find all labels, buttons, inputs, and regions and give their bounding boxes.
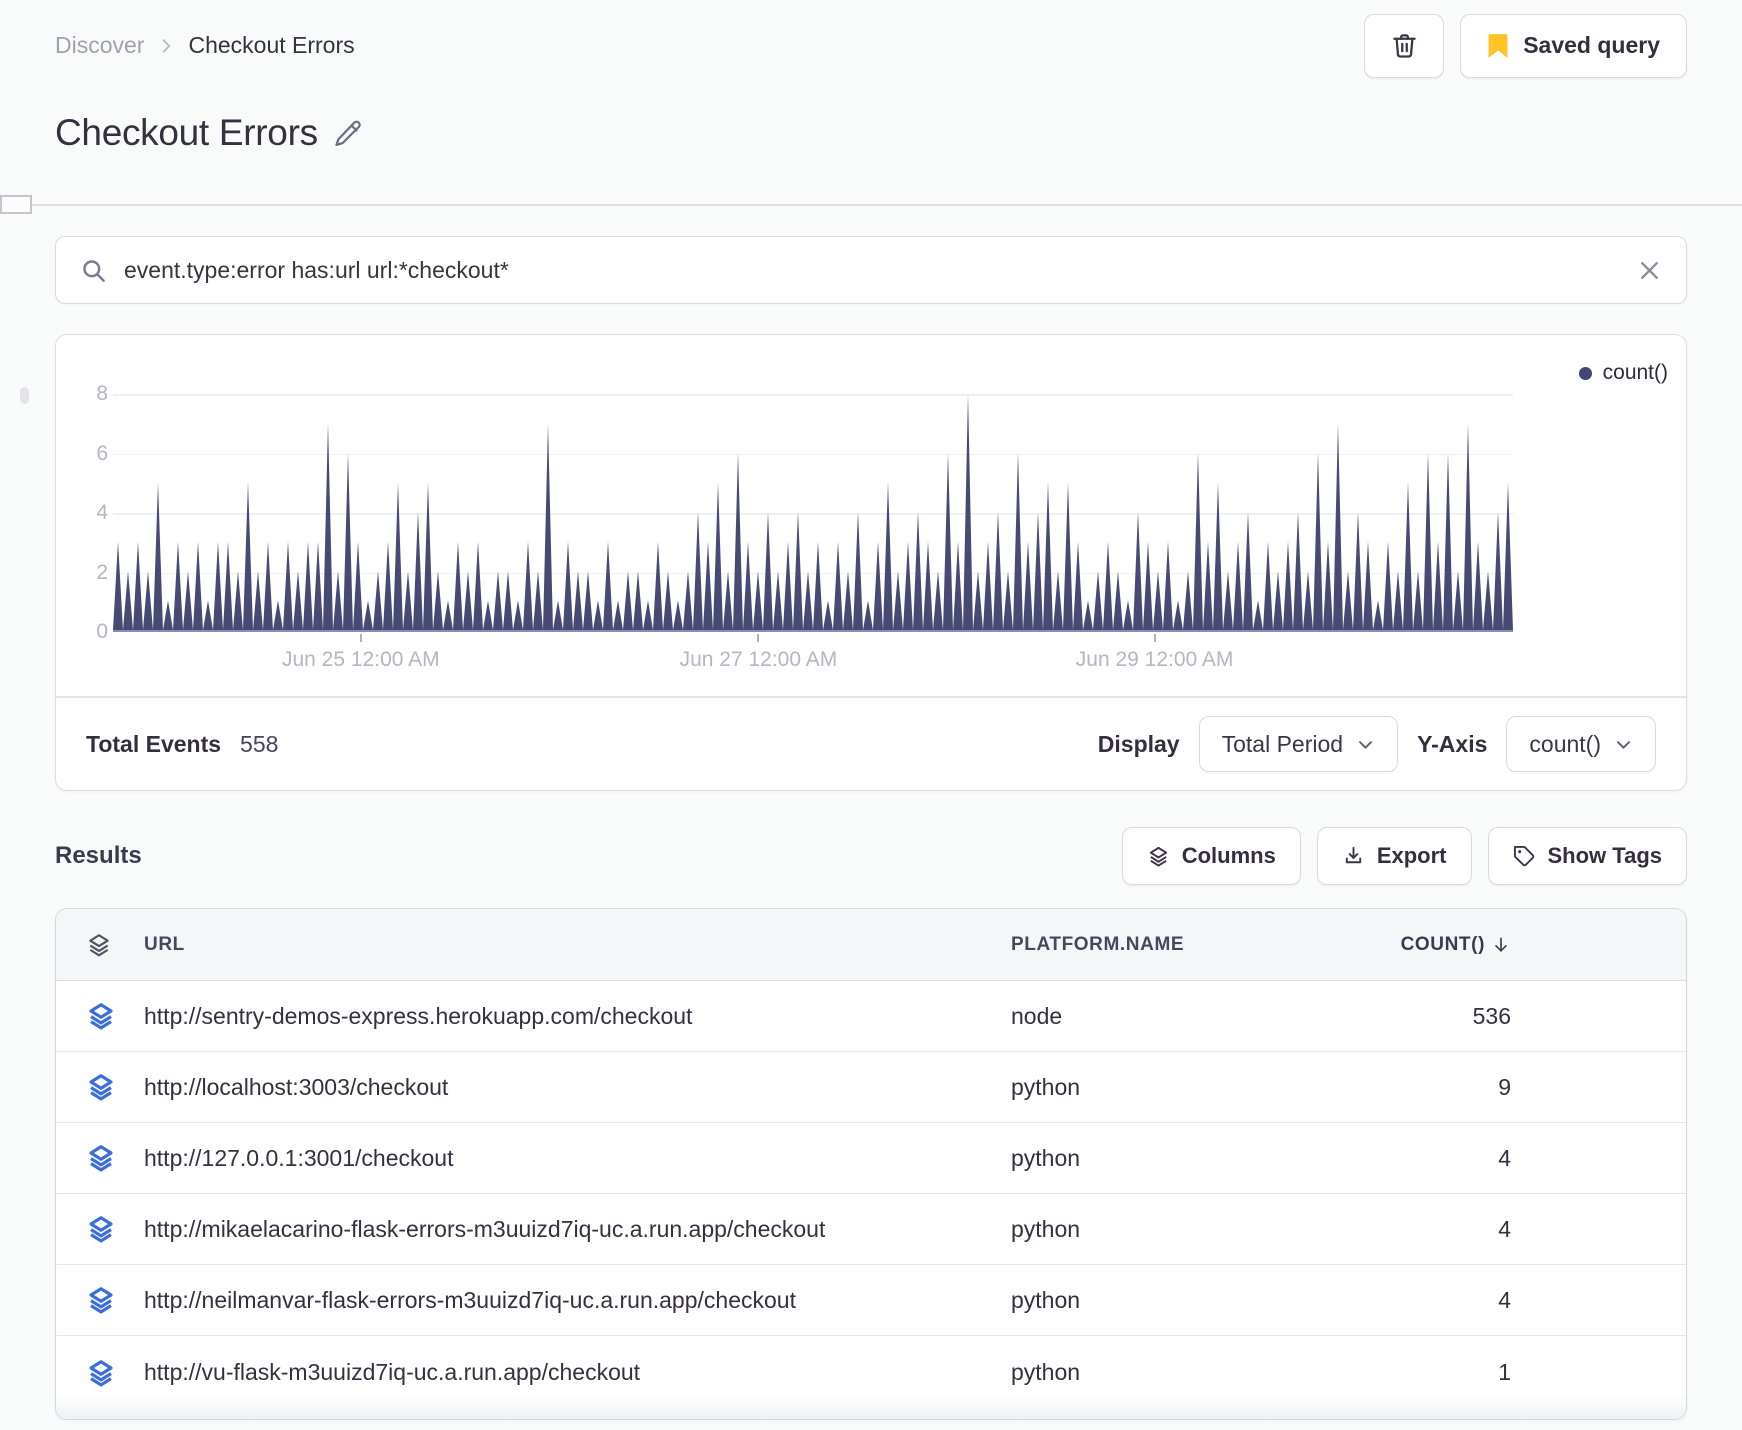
sort-desc-icon xyxy=(1491,935,1511,955)
platform-cell: python xyxy=(1011,1215,1081,1242)
count-header-label: COUNT() xyxy=(1400,933,1485,955)
breadcrumb-discover[interactable]: Discover xyxy=(55,32,144,59)
columns-button[interactable]: Columns xyxy=(1121,827,1301,885)
x-axis-tick xyxy=(1153,634,1156,642)
columns-button-label: Columns xyxy=(1181,843,1276,868)
chart-plot-area[interactable] xyxy=(113,394,1513,632)
total-events-value: 558 xyxy=(240,730,279,757)
table-row: http://sentry-demos-express.herokuapp.co… xyxy=(56,981,1686,1052)
platform-cell: python xyxy=(1011,1073,1081,1100)
saved-query-button[interactable]: Saved query xyxy=(1460,13,1687,78)
yaxis-dropdown[interactable]: count() xyxy=(1506,716,1656,772)
legend-label: count() xyxy=(1602,361,1668,384)
delete-query-button[interactable] xyxy=(1364,13,1445,78)
count-cell: 4 xyxy=(1498,1286,1511,1313)
url-cell[interactable]: http://vu-flask-m3uuizd7iq-uc.a.run.app/… xyxy=(144,1359,1011,1386)
stack-events-icon[interactable] xyxy=(86,1358,144,1388)
display-label: Display xyxy=(1097,730,1180,757)
chart-legend-item[interactable]: count() xyxy=(1578,361,1668,385)
download-icon xyxy=(1342,845,1365,868)
y-axis-label: 6 xyxy=(96,441,108,465)
layers-icon xyxy=(86,932,144,958)
search-input[interactable] xyxy=(124,256,1620,284)
count-cell: 9 xyxy=(1498,1073,1511,1100)
table-row: http://localhost:3003/checkout python 9 xyxy=(56,1052,1686,1123)
export-button[interactable]: Export xyxy=(1316,827,1472,885)
table-row: http://mikaelacarino-flask-errors-m3uuiz… xyxy=(56,1194,1686,1265)
page-title: Checkout Errors xyxy=(55,112,318,153)
stack-events-icon[interactable] xyxy=(86,1001,144,1031)
column-header-platform[interactable]: PLATFORM.NAME xyxy=(1011,934,1311,956)
display-dropdown[interactable]: Total Period xyxy=(1198,716,1399,772)
count-cell: 4 xyxy=(1498,1144,1511,1171)
chevron-down-icon xyxy=(1614,735,1633,754)
breadcrumb: Discover Checkout Errors xyxy=(55,32,355,59)
export-button-label: Export xyxy=(1376,843,1447,868)
x-axis-label: Jun 29 12:00 AM xyxy=(1075,648,1234,671)
y-axis-label: 4 xyxy=(96,501,108,524)
x-axis-label: Jun 25 12:00 AM xyxy=(281,648,440,671)
table-row: http://neilmanvar-flask-errors-m3uuizd7i… xyxy=(56,1265,1686,1336)
legend-dot-icon xyxy=(1578,366,1592,380)
y-axis-label: 8 xyxy=(96,382,108,405)
count-cell: 536 xyxy=(1472,1002,1511,1029)
count-cell: 4 xyxy=(1498,1215,1511,1242)
search-icon xyxy=(80,257,107,284)
results-table: URL PLATFORM.NAME COUNT() http://sentry-… xyxy=(55,908,1687,1420)
platform-cell: python xyxy=(1011,1359,1081,1385)
saved-query-label: Saved query xyxy=(1523,32,1660,58)
show-tags-button-label: Show Tags xyxy=(1547,843,1663,868)
chevron-right-icon xyxy=(156,36,176,56)
column-header-url[interactable]: URL xyxy=(144,934,1011,956)
bookmark-icon xyxy=(1487,33,1509,59)
url-cell[interactable]: http://localhost:3003/checkout xyxy=(144,1074,1011,1101)
yaxis-label: Y-Axis xyxy=(1417,730,1488,757)
chevron-down-icon xyxy=(1356,735,1375,754)
stack-events-icon[interactable] xyxy=(86,1143,144,1173)
search-bar xyxy=(55,236,1687,304)
yaxis-value: count() xyxy=(1529,730,1601,757)
y-axis-label: 2 xyxy=(96,560,108,584)
url-cell[interactable]: http://sentry-demos-express.herokuapp.co… xyxy=(144,1003,1011,1030)
trash-icon xyxy=(1391,32,1418,59)
x-axis-label: Jun 27 12:00 AM xyxy=(679,648,838,671)
url-cell[interactable]: http://mikaelacarino-flask-errors-m3uuiz… xyxy=(144,1216,1011,1243)
clear-search-icon[interactable] xyxy=(1637,258,1662,283)
breadcrumb-current: Checkout Errors xyxy=(188,32,355,58)
platform-cell: node xyxy=(1011,1002,1063,1029)
table-header-row: URL PLATFORM.NAME COUNT() xyxy=(56,909,1686,981)
stack-events-icon[interactable] xyxy=(86,1072,144,1102)
events-chart-panel: count() 0 2 4 6 8 Jun 25 12:00 AM Jun 27 12:0… xyxy=(55,334,1687,791)
total-events-label: Total Events xyxy=(86,730,222,757)
count-cell: 1 xyxy=(1498,1359,1511,1385)
tag-icon xyxy=(1513,845,1536,868)
url-cell[interactable]: http://neilmanvar-flask-errors-m3uuizd7i… xyxy=(144,1287,1011,1314)
platform-cell: python xyxy=(1011,1286,1081,1313)
show-tags-button[interactable]: Show Tags xyxy=(1487,827,1687,885)
y-axis: 0 2 4 6 8 xyxy=(72,382,108,643)
column-header-count[interactable]: COUNT() xyxy=(1311,934,1511,956)
layers-icon xyxy=(1147,845,1170,868)
x-axis: Jun 25 12:00 AM Jun 27 12:00 AM Jun 29 12:… xyxy=(113,634,1513,682)
results-heading: Results xyxy=(55,842,142,869)
platform-cell: python xyxy=(1011,1144,1081,1171)
table-row: http://127.0.0.1:3001/checkout python 4 xyxy=(56,1123,1686,1194)
url-cell[interactable]: http://127.0.0.1:3001/checkout xyxy=(144,1145,1011,1172)
page-header: Discover Checkout Errors Saved query xyxy=(55,0,1687,78)
table-row: http://vu-flask-m3uuizd7iq-uc.a.run.app/… xyxy=(56,1336,1686,1419)
x-axis-tick xyxy=(757,634,760,642)
display-value: Total Period xyxy=(1221,730,1344,757)
stack-events-icon[interactable] xyxy=(86,1214,144,1244)
edit-title-icon[interactable] xyxy=(334,118,364,148)
x-axis-tick xyxy=(359,634,362,642)
stack-events-icon[interactable] xyxy=(86,1285,144,1315)
y-axis-label: 0 xyxy=(96,620,108,643)
